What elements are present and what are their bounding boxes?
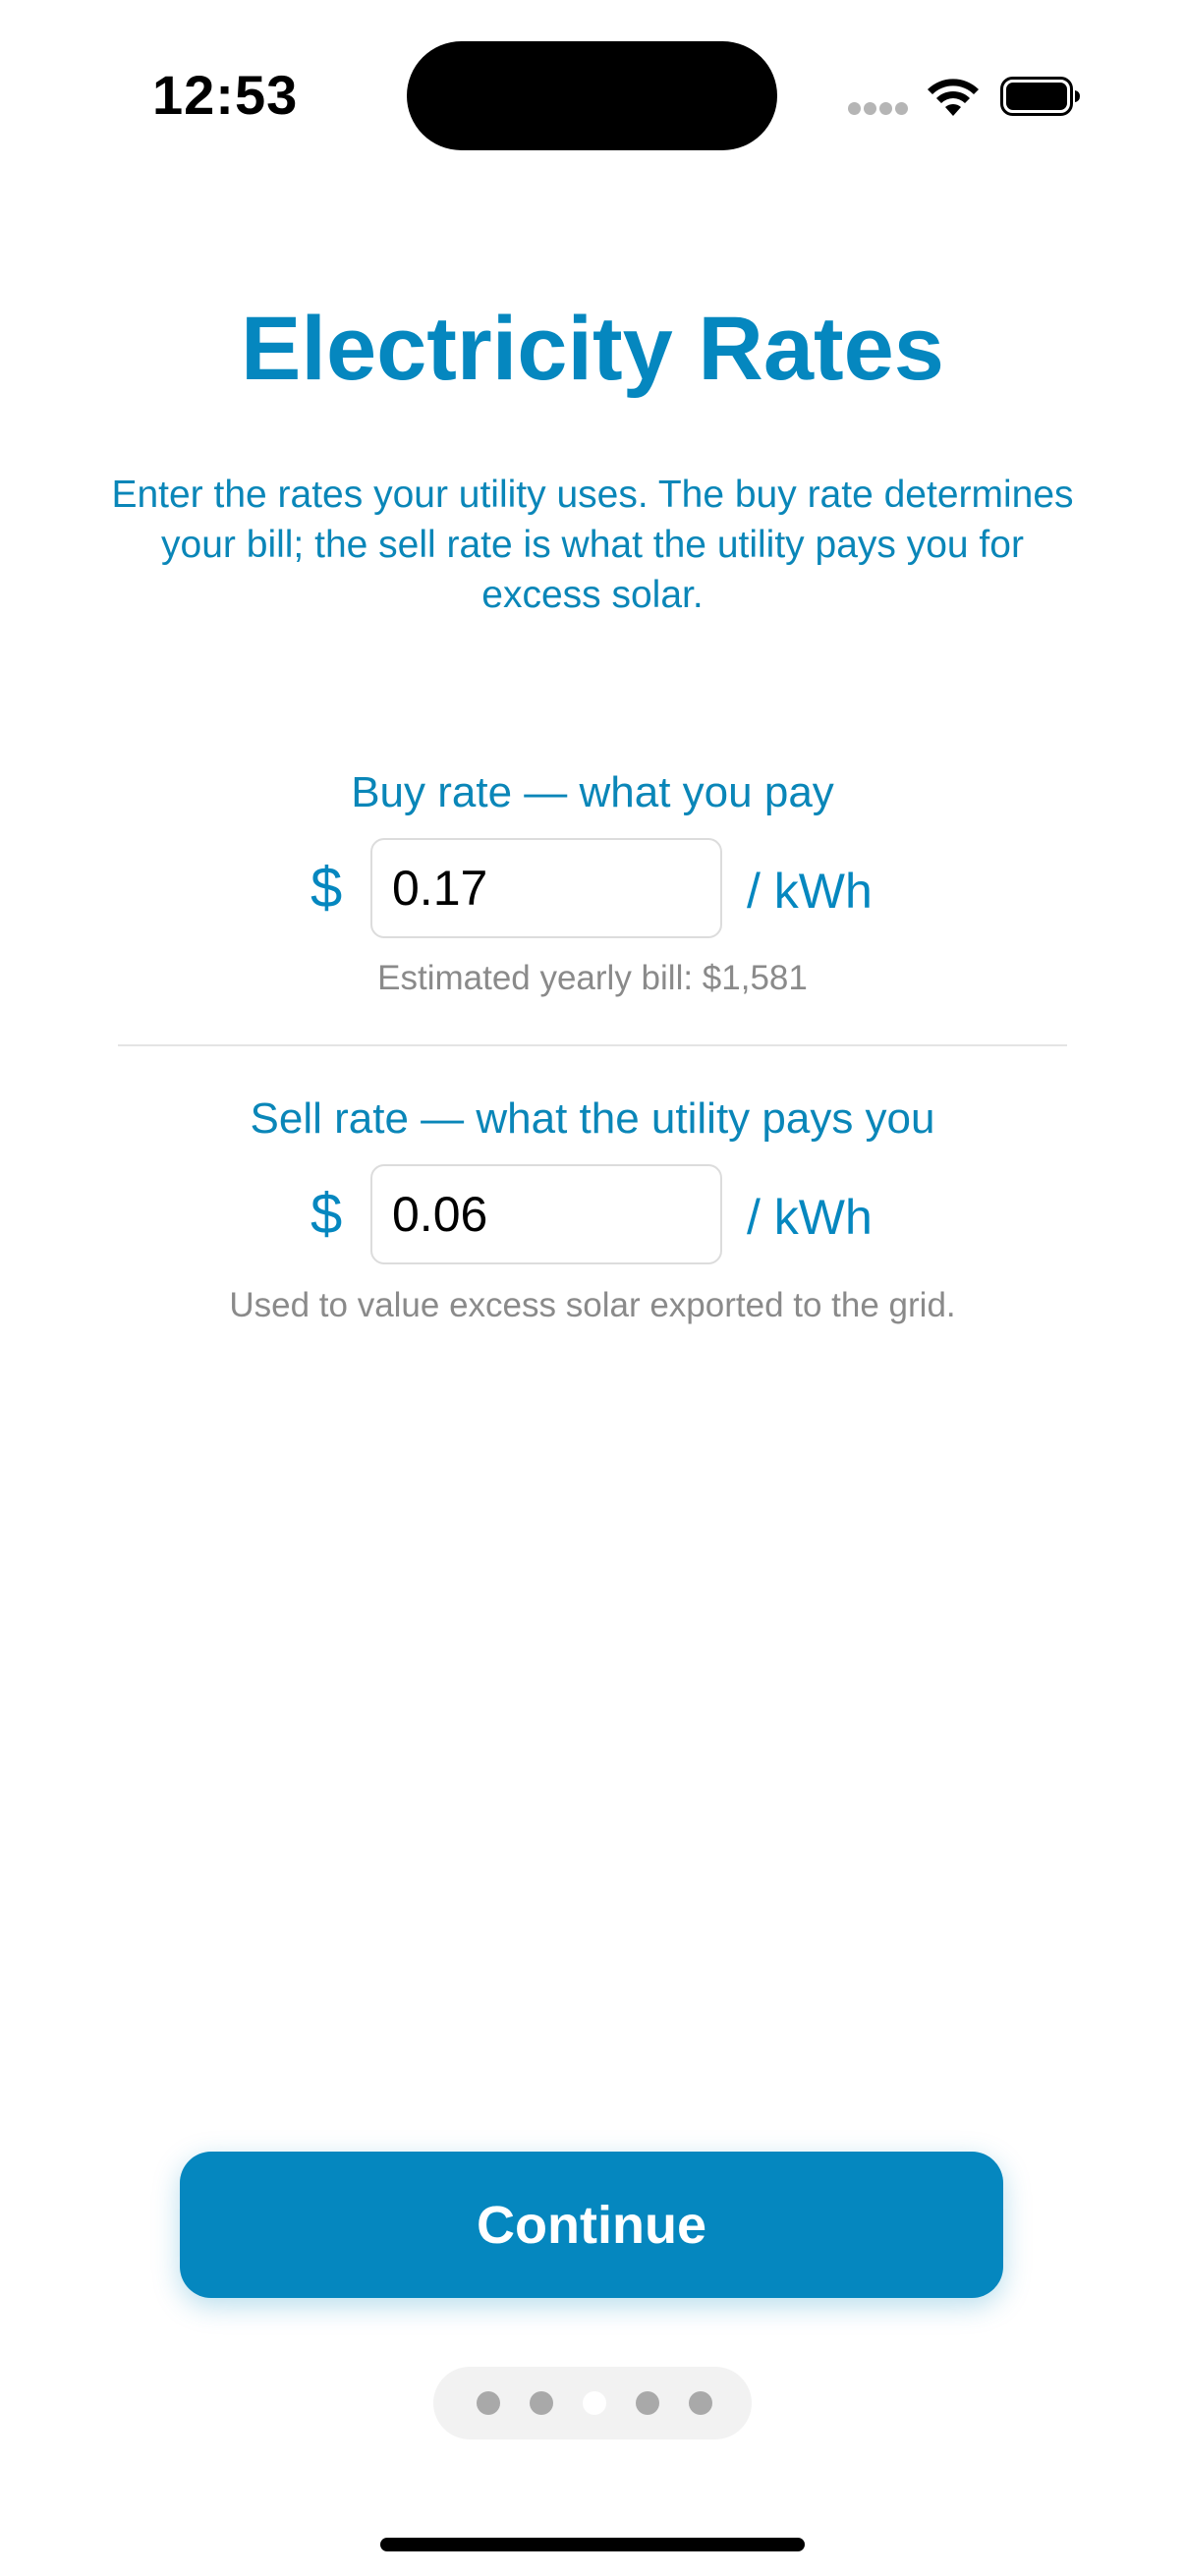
continue-button[interactable]: Continue [180, 2152, 1003, 2298]
page-dot[interactable] [636, 2391, 659, 2415]
battery-icon [1000, 77, 1080, 116]
page-description: Enter the rates your utility uses. The b… [111, 474, 1074, 616]
buy-rate-input[interactable] [370, 838, 722, 938]
sell-rate-label: Sell rate — what the utility pays you [250, 1094, 935, 1143]
home-indicator[interactable] [380, 2538, 805, 2551]
sell-rate-note: Used to value excess solar exported to t… [229, 1286, 956, 1324]
buy-rate-unit: / kWh [747, 864, 873, 919]
buy-rate-label: Buy rate — what you pay [351, 768, 834, 816]
cellular-signal-icon [848, 102, 909, 116]
page-indicator[interactable] [433, 2367, 752, 2439]
status-time: 12:53 [152, 64, 299, 126]
sell-rate-currency-symbol: $ [310, 1182, 343, 1246]
page-dot[interactable] [530, 2391, 553, 2415]
buy-rate-currency-symbol: $ [310, 856, 343, 920]
page-title: Electricity Rates [241, 299, 944, 399]
page-dot-active[interactable] [583, 2391, 606, 2415]
page-dot[interactable] [477, 2391, 500, 2415]
sell-rate-unit: / kWh [747, 1190, 873, 1245]
wifi-icon [928, 79, 979, 116]
sell-rate-input[interactable] [370, 1164, 722, 1264]
page-dot[interactable] [689, 2391, 712, 2415]
estimated-yearly-bill: Estimated yearly bill: $1,581 [377, 959, 808, 997]
dynamic-island [407, 41, 777, 150]
section-divider [118, 1044, 1067, 1046]
